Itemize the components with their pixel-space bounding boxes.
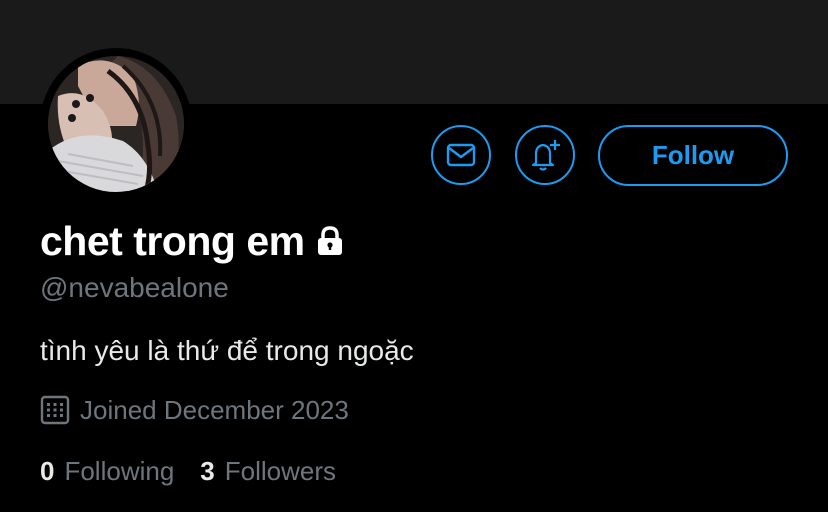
bell-plus-icon	[531, 140, 560, 171]
following-link[interactable]: 0 Following	[40, 456, 174, 487]
follow-stats: 0 Following 3 Followers	[40, 453, 336, 489]
avatar-photo	[48, 56, 184, 192]
profile-bio: tình yêu là thứ để trong ngoặc	[40, 335, 414, 366]
user-handle: @nevabealone	[40, 272, 229, 303]
following-count: 0	[40, 455, 55, 486]
lock-icon	[315, 225, 345, 257]
followers-count: 3	[200, 455, 215, 486]
profile-page: Follow chet trong em @nevabealone tình y…	[0, 0, 828, 512]
joined-text: Joined December 2023	[80, 394, 349, 425]
avatar[interactable]	[48, 56, 184, 192]
joined-date: Joined December 2023	[40, 393, 349, 427]
follow-button[interactable]: Follow	[598, 125, 788, 186]
followers-link[interactable]: 3 Followers	[200, 456, 336, 487]
notify-button[interactable]	[515, 125, 575, 185]
envelope-icon	[446, 143, 476, 167]
calendar-icon	[40, 395, 70, 425]
followers-label: Followers	[224, 455, 337, 486]
message-button[interactable]	[431, 125, 491, 185]
display-name: chet trong em	[40, 217, 305, 264]
name-row: chet trong em	[40, 214, 345, 268]
following-label: Following	[64, 455, 175, 486]
